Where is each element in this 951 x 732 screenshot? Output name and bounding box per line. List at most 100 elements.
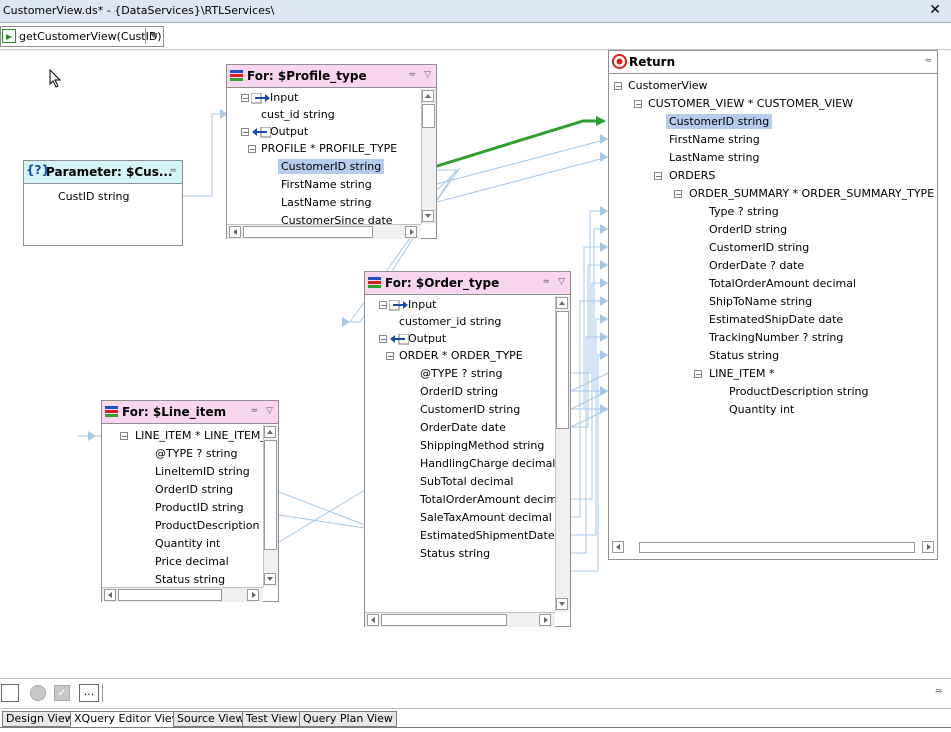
scroll-down-button[interactable] <box>264 573 276 585</box>
blank-square-button[interactable] <box>1 684 19 702</box>
summary-field[interactable]: CustomerID string <box>709 240 809 255</box>
close-icon[interactable]: ✕ <box>929 2 941 18</box>
scroll-thumb[interactable] <box>639 542 915 553</box>
expand-toggle[interactable]: − <box>634 100 642 109</box>
collapse-icon[interactable]: ≈ <box>408 70 416 80</box>
summary-field[interactable]: OrderID string <box>709 222 787 237</box>
summary-field[interactable]: Status string <box>709 348 779 363</box>
order-box-header[interactable]: For: $Order_type ≈ ▽ <box>365 272 570 295</box>
line-item-field[interactable]: Status string <box>155 572 225 587</box>
summary-field[interactable]: TrackingNumber ? string <box>709 330 843 345</box>
profile-field[interactable]: FirstName string <box>281 177 372 192</box>
horizontal-scrollbar[interactable] <box>102 587 263 602</box>
summary-field[interactable]: ShipToName string <box>709 294 812 309</box>
summary-field[interactable]: OrderDate ? date <box>709 258 804 273</box>
return-box-header[interactable]: Return ≈ <box>609 51 937 74</box>
line-item-for-box[interactable]: For: $Line_item ≈ ▽ − LINE_ITEM * LINE_I… <box>101 400 279 602</box>
order-field[interactable]: SaleTaxAmount decimal <box>420 510 552 525</box>
expand-toggle[interactable]: − <box>241 128 249 137</box>
scroll-left-button[interactable] <box>104 589 116 601</box>
tab-source-view[interactable]: Source View <box>173 711 249 727</box>
scroll-right-button[interactable] <box>922 541 934 553</box>
expand-toggle[interactable]: − <box>120 432 128 441</box>
vertical-scrollbar[interactable] <box>421 89 436 224</box>
line-item-field[interactable]: OrderID string <box>155 482 233 497</box>
collapse-icon[interactable]: ≈ <box>542 277 550 287</box>
scroll-right-button[interactable] <box>247 589 259 601</box>
collapse-icon[interactable]: ≈ <box>924 56 932 66</box>
horizontal-scrollbar[interactable] <box>365 612 555 627</box>
expression-field[interactable] <box>102 684 933 702</box>
line-item-field[interactable]: Price decimal <box>155 554 229 569</box>
order-field[interactable]: ShippingMethod string <box>420 438 544 453</box>
line-item-field[interactable]: ProductDescription str <box>155 518 263 533</box>
scroll-right-button[interactable] <box>405 226 417 238</box>
return-box[interactable]: Return ≈ − CustomerView − CUSTOMER_VIEW … <box>608 50 938 560</box>
scroll-thumb[interactable] <box>264 440 277 550</box>
check-action-icon[interactable]: ✓ <box>54 685 70 701</box>
profile-field[interactable]: LastName string <box>281 195 371 210</box>
return-line-item-field[interactable]: Quantity int <box>729 402 794 417</box>
scroll-left-button[interactable] <box>367 614 379 626</box>
summary-field[interactable]: TotalOrderAmount decimal <box>709 276 856 291</box>
order-field[interactable]: HandlingCharge decimal <box>420 456 555 471</box>
return-field[interactable]: FirstName string <box>669 132 760 147</box>
scroll-up-button[interactable] <box>556 297 568 309</box>
vertical-scrollbar[interactable] <box>263 425 278 587</box>
scroll-thumb[interactable] <box>118 589 222 601</box>
parameter-box[interactable]: {?} Parameter: $Cus... ≈ CustID string <box>23 160 183 246</box>
input-field[interactable]: customer_id string <box>399 314 501 329</box>
scroll-down-button[interactable] <box>556 598 568 610</box>
collapse-icon[interactable]: ≈ <box>250 406 258 416</box>
return-line-item-field[interactable]: ProductDescription string <box>729 384 869 399</box>
profile-field[interactable]: CustomerSince date <box>281 213 393 224</box>
filter-icon[interactable]: ▽ <box>266 406 273 416</box>
output-node-label[interactable]: Output <box>270 124 308 139</box>
expand-toggle[interactable]: − <box>379 301 387 310</box>
line-item-field[interactable]: Quantity int <box>155 536 220 551</box>
scroll-thumb[interactable] <box>381 614 507 626</box>
tab-xquery-editor-view[interactable]: XQuery Editor View <box>70 711 185 727</box>
summary-field[interactable]: EstimatedShipDate date <box>709 312 843 327</box>
parameter-field[interactable]: CustID string <box>58 189 129 204</box>
return-line-item-element[interactable]: LINE_ITEM * <box>709 366 774 381</box>
order-field[interactable]: SubTotal decimal <box>420 474 514 489</box>
scroll-left-button[interactable] <box>229 226 241 238</box>
query-canvas[interactable]: {?} Parameter: $Cus... ≈ CustID string F… <box>0 50 951 675</box>
tab-design-view[interactable]: Design View <box>2 711 78 727</box>
customer-view-element[interactable]: CUSTOMER_VIEW * CUSTOMER_VIEW <box>648 96 853 111</box>
order-element[interactable]: ORDER * ORDER_TYPE <box>399 348 523 363</box>
vertical-scrollbar[interactable] <box>555 296 570 612</box>
line-item-field[interactable]: ProductID string <box>155 500 244 515</box>
scroll-up-button[interactable] <box>422 90 434 102</box>
output-node-label[interactable]: Output <box>408 331 446 346</box>
line-item-field[interactable]: LineItemID string <box>155 464 250 479</box>
return-field-selected[interactable]: CustomerID string <box>666 114 773 129</box>
order-field[interactable]: @TYPE ? string <box>420 366 502 381</box>
chevron-down-icon[interactable] <box>150 33 158 38</box>
horizontal-scrollbar[interactable] <box>609 539 937 553</box>
more-options-button[interactable]: ... <box>79 684 99 702</box>
expand-toggle[interactable]: − <box>614 82 622 91</box>
expand-toggle[interactable]: − <box>241 94 249 103</box>
return-root[interactable]: CustomerView <box>628 78 708 93</box>
line-item-field[interactable]: @TYPE ? string <box>155 446 237 461</box>
scroll-thumb[interactable] <box>422 104 435 128</box>
collapse-icon[interactable]: ≈ <box>169 166 177 176</box>
order-field[interactable]: CustomerID string <box>420 402 520 417</box>
circle-action-icon[interactable] <box>30 685 46 701</box>
order-field[interactable]: OrderDate date <box>420 420 506 435</box>
function-selector[interactable]: getCustomerView(CustID) <box>0 26 164 47</box>
horizontal-scrollbar[interactable] <box>227 224 421 239</box>
parameter-box-header[interactable]: {?} Parameter: $Cus... ≈ <box>24 161 182 184</box>
expand-toggle[interactable]: − <box>379 335 387 344</box>
order-summary-element[interactable]: ORDER_SUMMARY * ORDER_SUMMARY_TYPE <box>689 186 934 201</box>
expand-toggle[interactable]: − <box>694 370 702 379</box>
order-field[interactable]: Status string <box>420 546 490 561</box>
scroll-up-button[interactable] <box>264 426 276 438</box>
scroll-down-button[interactable] <box>422 210 434 222</box>
profile-element[interactable]: PROFILE * PROFILE_TYPE <box>261 141 397 156</box>
scroll-thumb[interactable] <box>243 226 373 238</box>
order-field[interactable]: OrderID string <box>420 384 498 399</box>
order-field[interactable]: EstimatedShipmentDate dat <box>420 528 555 543</box>
